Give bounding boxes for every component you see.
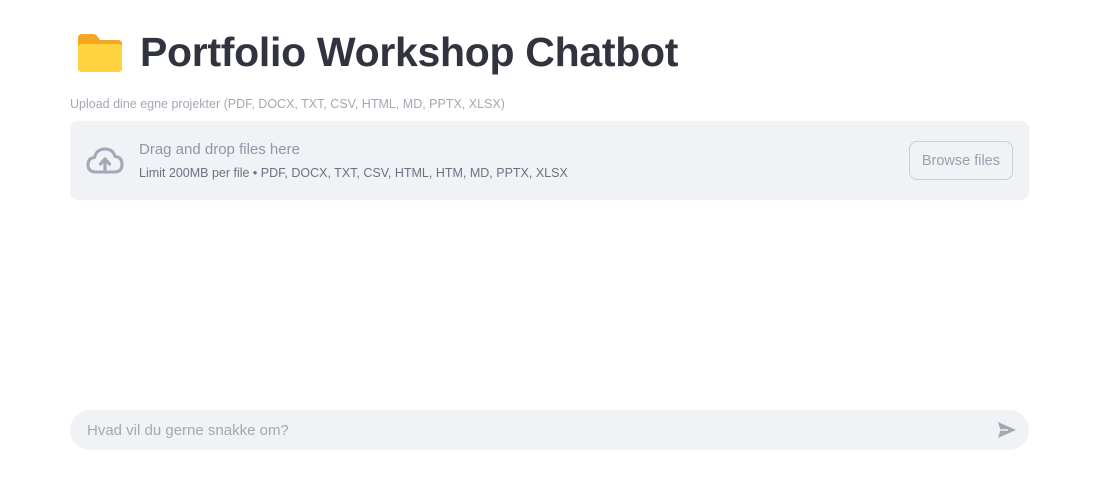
browse-files-button[interactable]: Browse files — [908, 141, 1013, 180]
page-title: Portfolio Workshop Chatbot — [140, 28, 679, 75]
folder-icon — [76, 28, 124, 76]
file-dropzone[interactable]: Drag and drop files here Limit 200MB per… — [70, 121, 1029, 200]
chat-input[interactable] — [87, 410, 967, 450]
dropzone-limit-text: Limit 200MB per file • PDF, DOCX, TXT, C… — [139, 166, 568, 180]
send-icon — [995, 422, 1019, 445]
title-row: Portfolio Workshop Chatbot — [76, 26, 678, 78]
chat-input-container — [70, 410, 1029, 450]
app-page: Portfolio Workshop Chatbot Upload dine e… — [0, 0, 1095, 500]
send-button[interactable] — [995, 418, 1019, 442]
dropzone-instructions: Drag and drop files here — [139, 141, 300, 158]
cloud-upload-icon — [85, 145, 125, 177]
uploader-label: Upload dine egne projekter (PDF, DOCX, T… — [70, 97, 505, 111]
